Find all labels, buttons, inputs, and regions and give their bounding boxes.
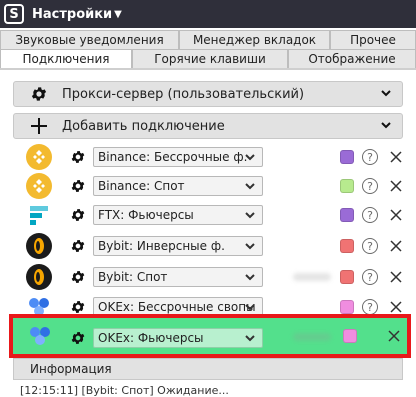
- gear-icon[interactable]: [70, 178, 86, 194]
- exchange-select-value: OKEx: Бессрочные свопы: [98, 300, 256, 314]
- connections-panel: Прокси-сервер (пользовательский) Добавит…: [0, 70, 416, 397]
- help-icon[interactable]: ?: [362, 299, 378, 315]
- proxy-section[interactable]: Прокси-сервер (пользовательский): [13, 81, 403, 107]
- exchange-select[interactable]: Binance: Спот: [93, 176, 263, 196]
- chevron-down-icon: [245, 304, 255, 311]
- info-section[interactable]: Информация: [13, 358, 403, 380]
- okex-logo-icon: [30, 327, 50, 345]
- close-icon[interactable]: [388, 330, 400, 342]
- bybit-logo-icon: [26, 264, 52, 290]
- gear-icon[interactable]: [70, 269, 86, 285]
- connection-row: FTX: Фьючерсы ?: [13, 201, 403, 229]
- close-icon[interactable]: [390, 180, 402, 192]
- color-swatch[interactable]: [340, 270, 354, 284]
- info-label: Информация: [30, 362, 112, 376]
- plus-icon: [26, 116, 52, 136]
- binance-logo-icon: [26, 144, 52, 170]
- exchange-select-value: Bybit: Инверсные ф.: [98, 239, 225, 253]
- chevron-down-icon: [245, 154, 255, 161]
- gear-icon[interactable]: [70, 207, 86, 223]
- add-connection-section[interactable]: Добавить подключение: [13, 113, 403, 139]
- gear-icon: [26, 85, 52, 103]
- app-logo-icon: S: [4, 4, 24, 24]
- connection-row: Bybit: Спот ?: [13, 263, 403, 291]
- proxy-label: Прокси-сервер (пользовательский): [62, 86, 305, 102]
- help-icon[interactable]: ?: [362, 178, 378, 194]
- gear-icon[interactable]: [70, 299, 86, 315]
- help-icon[interactable]: ?: [362, 207, 378, 223]
- color-swatch[interactable]: [340, 300, 354, 314]
- blurred-text: [293, 333, 331, 341]
- log-line: [12:15:11] [Bybit: Спот] Ожидание...: [20, 384, 229, 397]
- tabs-row-bottom: Подключения Горячие клавиши Отображение: [0, 49, 416, 68]
- add-connection-label: Добавить подключение: [62, 118, 225, 134]
- close-icon[interactable]: [390, 240, 402, 252]
- chevron-down-icon: [245, 212, 255, 219]
- gear-icon[interactable]: [70, 238, 86, 254]
- exchange-select[interactable]: Bybit: Инверсные ф.: [93, 236, 263, 256]
- gear-icon[interactable]: [70, 149, 86, 165]
- color-swatch[interactable]: [340, 179, 354, 193]
- close-icon[interactable]: [390, 151, 402, 163]
- connection-row: Bybit: Инверсные ф. ?: [13, 232, 403, 260]
- exchange-select-value: FTX: Фьючерсы: [98, 208, 194, 222]
- connection-row-highlighted: OKEx: Фьючерсы: [9, 314, 411, 358]
- tab-other[interactable]: Прочее: [330, 30, 416, 49]
- exchange-select-value: Binance: Спот: [98, 179, 185, 193]
- help-icon[interactable]: ?: [362, 269, 378, 285]
- help-icon[interactable]: ?: [362, 149, 378, 165]
- tab-sound-notifications[interactable]: Звуковые уведомления: [0, 30, 179, 49]
- exchange-select[interactable]: FTX: Фьючерсы: [93, 205, 263, 225]
- chevron-down-icon: [380, 119, 392, 134]
- title-bar: S Настройки ▼: [0, 0, 416, 28]
- binance-logo-icon: [26, 173, 52, 199]
- tab-connections[interactable]: Подключения: [0, 49, 132, 68]
- chevron-down-icon: [245, 243, 255, 250]
- caret-down-icon[interactable]: ▼: [114, 9, 122, 20]
- chevron-down-icon: [380, 87, 392, 102]
- exchange-select-value: OKEx: Фьючерсы: [98, 331, 204, 345]
- bybit-logo-icon: [26, 233, 52, 259]
- connection-row: Binance: Спот ?: [13, 172, 403, 200]
- color-swatch[interactable]: [340, 239, 354, 253]
- tabs-row-top: Звуковые уведомления Менеджер вкладок Пр…: [0, 30, 416, 49]
- color-swatch[interactable]: [340, 150, 354, 164]
- exchange-select[interactable]: OKEx: Фьючерсы: [93, 328, 263, 348]
- chevron-down-icon: [245, 274, 255, 281]
- exchange-select-value: Bybit: Спот: [98, 270, 168, 284]
- exchange-select[interactable]: Binance: Бессрочные ф.: [93, 147, 263, 167]
- color-swatch[interactable]: [343, 329, 357, 343]
- exchange-select-value: Binance: Бессрочные ф.: [98, 150, 248, 164]
- connection-row: Binance: Бессрочные ф. ?: [13, 143, 403, 171]
- close-icon[interactable]: [390, 271, 402, 283]
- close-icon[interactable]: [390, 301, 402, 313]
- tab-tab-manager[interactable]: Менеджер вкладок: [179, 30, 330, 49]
- chevron-down-icon: [245, 335, 255, 342]
- color-swatch[interactable]: [340, 208, 354, 222]
- help-icon[interactable]: ?: [362, 238, 378, 254]
- gear-icon[interactable]: [70, 330, 86, 346]
- tab-hotkeys[interactable]: Горячие клавиши: [132, 49, 288, 68]
- blurred-text: [293, 273, 331, 281]
- close-icon[interactable]: [390, 209, 402, 221]
- window-title[interactable]: Настройки: [32, 7, 112, 22]
- exchange-select[interactable]: Bybit: Спот: [93, 267, 263, 287]
- chevron-down-icon: [245, 183, 255, 190]
- ftx-logo-icon: [30, 206, 48, 225]
- tab-display[interactable]: Отображение: [288, 49, 416, 68]
